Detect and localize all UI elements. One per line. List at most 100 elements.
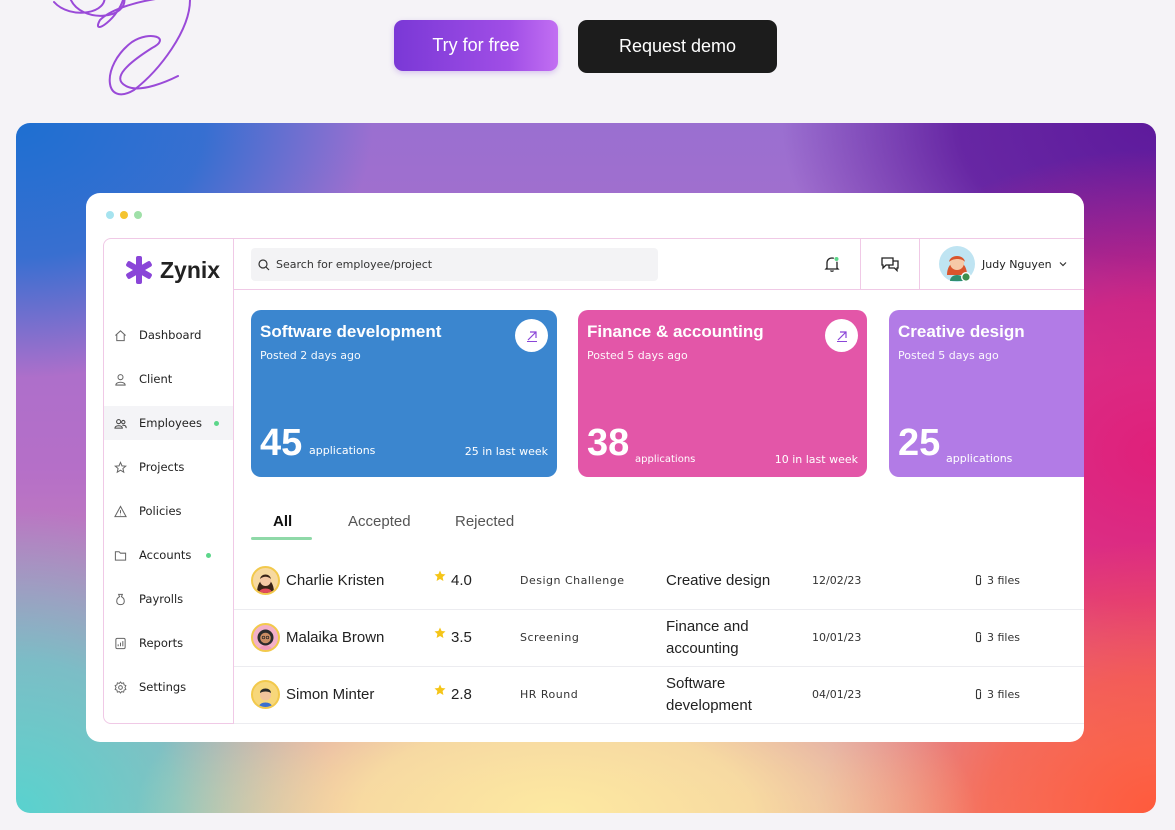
avatar	[251, 623, 280, 652]
star-outline-icon	[114, 460, 127, 473]
request-demo-button[interactable]: Request demo	[578, 20, 777, 73]
application-count: 38	[587, 422, 630, 464]
users-icon	[114, 418, 127, 429]
paperclip-icon	[975, 688, 982, 700]
card-title: Software development	[260, 322, 442, 341]
sidebar-item-label: Accounts	[139, 548, 192, 562]
interview-stage: Screening	[520, 631, 580, 644]
topbar: Judy Nguyen	[234, 238, 1084, 290]
applications-label: applications	[309, 444, 376, 457]
sidebar-item-label: Client	[139, 372, 173, 386]
card-title: Finance & accounting	[587, 322, 764, 341]
sidebar-item-label: Dashboard	[139, 328, 202, 342]
sidebar-item-label: Reports	[139, 636, 184, 650]
rating: 4.0	[451, 572, 472, 589]
application-count: 25	[898, 422, 941, 464]
open-card-button[interactable]	[825, 319, 858, 352]
window-dot-1	[106, 211, 114, 219]
files-count: 3 files	[987, 631, 1020, 644]
window-dot-3	[134, 211, 142, 219]
app-logo[interactable]: Zynix	[124, 255, 220, 285]
card-posted: Posted 5 days ago	[898, 349, 999, 362]
gear-icon	[114, 680, 127, 694]
applications-label: applications	[946, 452, 1013, 465]
star-icon	[434, 684, 446, 695]
job-card-finance[interactable]: Finance & accounting Posted 5 days ago 3…	[578, 310, 867, 477]
candidate-name: Simon Minter	[286, 686, 375, 703]
try-for-free-button[interactable]: Try for free	[394, 20, 558, 71]
arrow-up-right-icon	[526, 330, 537, 342]
person-avatar-icon	[259, 688, 272, 707]
sidebar-item-projects[interactable]: Projects	[104, 450, 233, 484]
card-posted: Posted 2 days ago	[260, 349, 361, 362]
attachments[interactable]: 3 files	[974, 688, 1020, 701]
app-window: Zynix Dashboard Client Employees Project…	[86, 193, 1084, 742]
tab-accepted[interactable]: Accepted	[348, 513, 411, 530]
tab-all[interactable]: All	[273, 513, 292, 530]
app-name: Zynix	[160, 256, 221, 283]
window-dot-2	[120, 211, 128, 219]
files-count: 3 files	[987, 574, 1020, 587]
date: 10/01/23	[812, 631, 862, 644]
rating: 2.8	[451, 686, 472, 703]
sidebar-item-dashboard[interactable]: Dashboard	[104, 318, 233, 352]
rating: 3.5	[451, 629, 472, 646]
notifications-button[interactable]	[818, 239, 846, 289]
status-dot	[214, 420, 219, 426]
status-dot	[206, 552, 211, 558]
sidebar-item-reports[interactable]: Reports	[104, 626, 233, 660]
asterisk-logo-icon	[126, 256, 152, 284]
table-row[interactable]: Simon Minter 2.8 HR Round Software devel…	[234, 667, 1084, 724]
person-avatar-icon	[257, 574, 274, 593]
job-card-software[interactable]: Software development Posted 2 days ago 4…	[251, 310, 557, 477]
card-title: Creative design	[898, 322, 1025, 341]
date: 04/01/23	[812, 688, 862, 701]
window-controls	[106, 211, 142, 219]
last-week-count: 10 in last week	[774, 453, 858, 466]
active-tab-indicator	[251, 537, 312, 540]
sidebar-item-label: Employees	[139, 416, 202, 430]
money-bag-icon	[116, 593, 125, 605]
topbar-divider	[860, 239, 861, 289]
job-card-creative[interactable]: Creative design Posted 5 days ago 25 app…	[889, 310, 1084, 477]
table-row[interactable]: Charlie Kristen 4.0 Design Challenge Cre…	[234, 553, 1084, 610]
sidebar-item-settings[interactable]: Settings	[104, 670, 233, 704]
search-box[interactable]	[251, 248, 658, 281]
arrow-up-right-icon	[836, 330, 847, 342]
sidebar-item-employees[interactable]: Employees	[104, 406, 233, 440]
interview-stage: HR Round	[520, 688, 579, 701]
messages-button[interactable]	[874, 239, 906, 289]
open-card-button[interactable]	[515, 319, 548, 352]
applications-label: applications	[635, 454, 696, 465]
application-count: 45	[260, 422, 303, 464]
interview-stage: Design Challenge	[520, 574, 625, 587]
files-count: 3 files	[987, 688, 1020, 701]
warning-icon	[114, 504, 127, 517]
card-posted: Posted 5 days ago	[587, 349, 688, 362]
bell-icon	[824, 256, 840, 272]
sidebar-item-label: Payrolls	[139, 592, 184, 606]
sidebar-item-label: Policies	[139, 504, 182, 518]
department: Finance and accounting	[666, 618, 749, 657]
table-row[interactable]: Malaika Brown 3.5 Screening Finance and …	[234, 610, 1084, 667]
department: Creative design	[666, 572, 771, 589]
paperclip-icon	[975, 574, 982, 586]
attachments[interactable]: 3 files	[974, 574, 1020, 587]
sidebar: Zynix Dashboard Client Employees Project…	[103, 238, 234, 724]
user-name: Judy Nguyen	[982, 257, 1052, 271]
sidebar-item-client[interactable]: Client	[104, 362, 233, 396]
star-icon	[434, 627, 446, 638]
sidebar-item-policies[interactable]: Policies	[104, 494, 233, 528]
tab-rejected[interactable]: Rejected	[455, 513, 514, 530]
attachments[interactable]: 3 files	[974, 631, 1020, 644]
sidebar-item-label: Projects	[139, 460, 185, 474]
decorative-swirl	[53, 0, 192, 96]
avatar	[251, 566, 280, 595]
star-icon	[434, 570, 446, 581]
person-avatar-icon	[257, 629, 274, 650]
user-menu[interactable]: Judy Nguyen	[938, 245, 1068, 283]
search-input[interactable]	[276, 258, 656, 271]
sidebar-item-payrolls[interactable]: Payrolls	[104, 582, 233, 616]
last-week-count: 25 in last week	[464, 445, 548, 458]
sidebar-item-accounts[interactable]: Accounts	[104, 538, 233, 572]
